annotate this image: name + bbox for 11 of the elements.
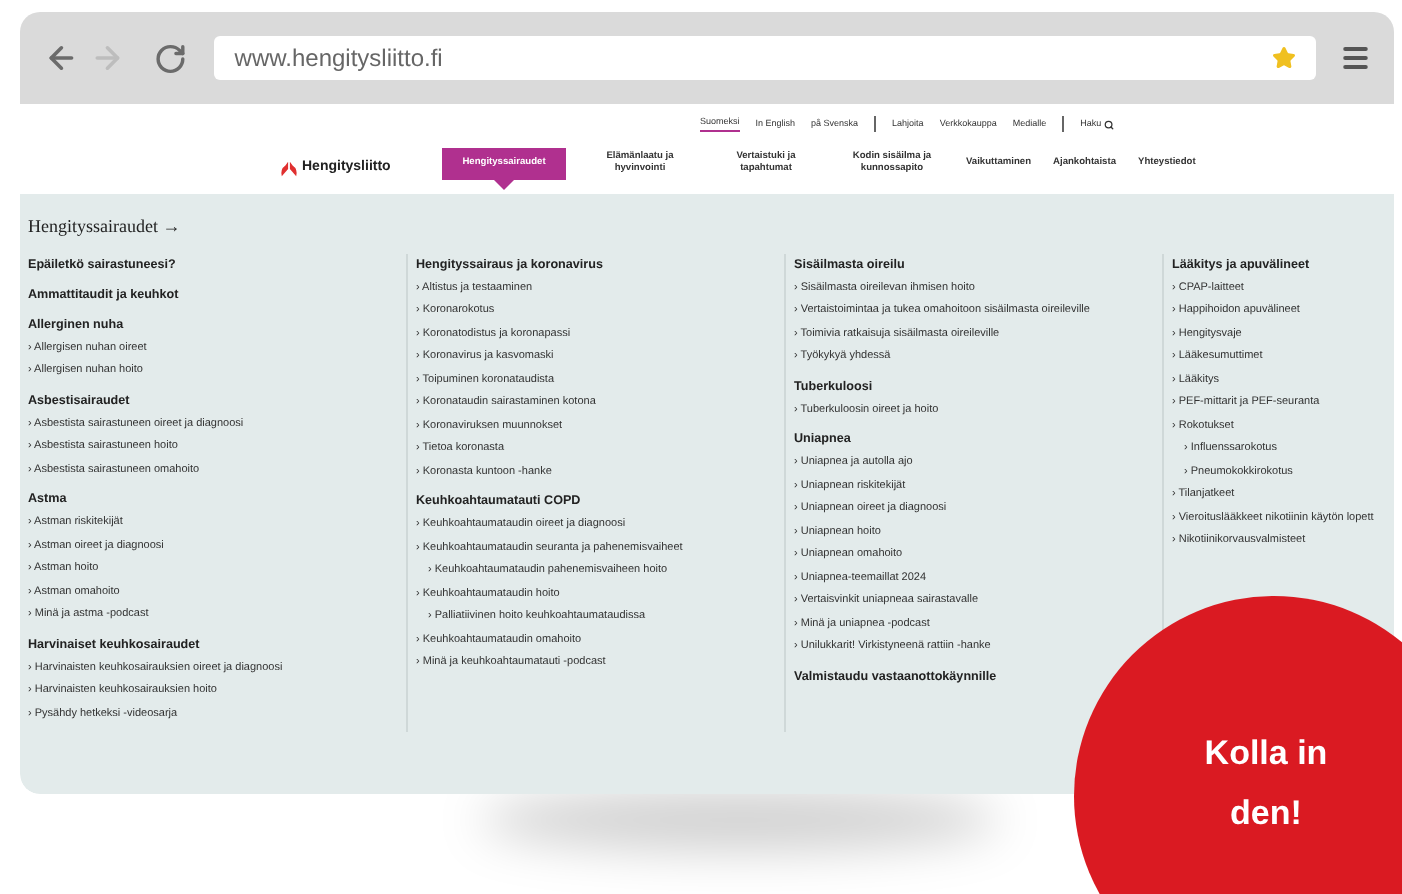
back-icon[interactable] xyxy=(44,40,79,76)
section-title[interactable]: Hengityssairaudet → xyxy=(28,214,1386,241)
url-text: www.hengitysliitto.fi xyxy=(234,42,445,76)
menu-icon[interactable] xyxy=(1339,42,1371,74)
reload-icon[interactable] xyxy=(153,41,187,75)
bookmark-star-icon[interactable] xyxy=(1271,46,1296,70)
address-bar[interactable]: www.hengitysliitto.fi xyxy=(214,36,1316,80)
badge-text[interactable]: Kolla in den! xyxy=(1176,724,1356,844)
promo-badge[interactable]: Kolla in den! xyxy=(1074,596,1402,894)
lungs-logo-icon xyxy=(280,159,298,178)
search-icon[interactable] xyxy=(1103,119,1114,129)
